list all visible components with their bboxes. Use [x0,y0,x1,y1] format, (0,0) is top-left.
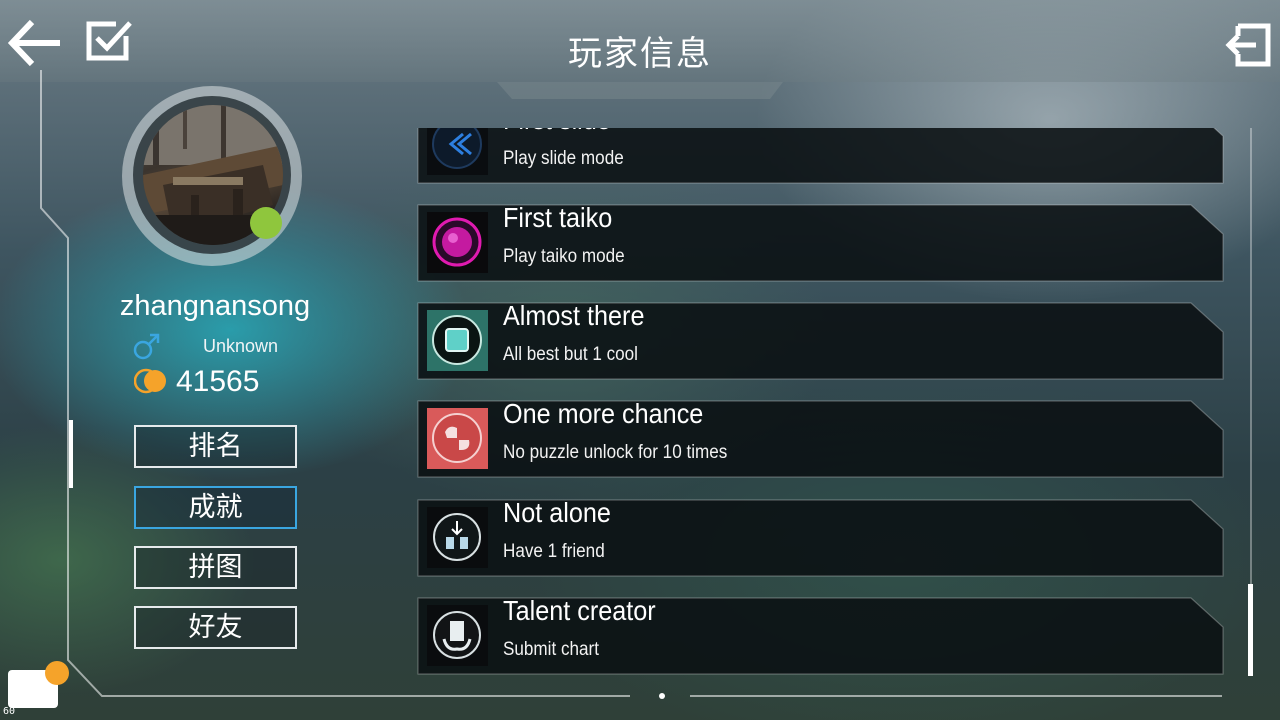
notification-badge [45,661,69,685]
achievement-card[interactable]: Almost there All best but 1 cool [417,300,1224,380]
achievement-title: Almost there [503,300,645,331]
male-icon [133,333,160,360]
page-indicator-dot [659,693,665,699]
achievement-title: Not alone [503,497,611,528]
puzzle-chance-icon [427,408,488,469]
left-accent-bar [69,420,73,488]
achievement-title: First slide [503,128,611,136]
achievement-description: All best but 1 cool [503,344,638,365]
achievement-card[interactable]: First taiko Play taiko mode [417,202,1224,282]
coin-icon [134,368,166,394]
scrollbar-thumb[interactable] [1248,584,1253,676]
achievement-description: Have 1 friend [503,541,605,562]
achievement-description: Play taiko mode [503,246,625,267]
achievement-card[interactable]: One more chance No puzzle unlock for 10 … [417,398,1224,478]
fps-counter: 60 [3,706,16,717]
achievement-description: No puzzle unlock for 10 times [503,442,728,463]
almost-there-icon [427,310,488,371]
achievement-card[interactable]: Talent creator Submit chart [417,595,1224,675]
gender-label: Unknown [203,336,279,356]
puzzle-button[interactable]: 拼图 [134,546,297,589]
friends-button[interactable]: 好友 [134,606,297,649]
achievement-description: Play slide mode [503,148,624,169]
achievement-card[interactable]: First slide Play slide mode [417,128,1224,184]
achievement-title: First taiko [503,202,613,233]
achievement-list[interactable]: First slide Play slide mode First taiko … [417,128,1227,678]
coin-count: 41565 [176,365,260,398]
achievement-description: Submit chart [503,639,599,660]
slide-mode-icon [427,128,488,175]
username: zhangnansong [119,290,311,322]
achievements-button[interactable]: 成就 [134,486,297,529]
achievement-card[interactable]: Not alone Have 1 friend [417,497,1224,577]
creator-icon [427,605,488,666]
online-status-dot [250,207,282,239]
taiko-mode-icon [427,212,488,273]
achievement-title: Talent creator [503,595,656,626]
achievement-title: One more chance [503,398,704,429]
ranking-button[interactable]: 排名 [134,425,297,468]
friend-icon [427,507,488,568]
